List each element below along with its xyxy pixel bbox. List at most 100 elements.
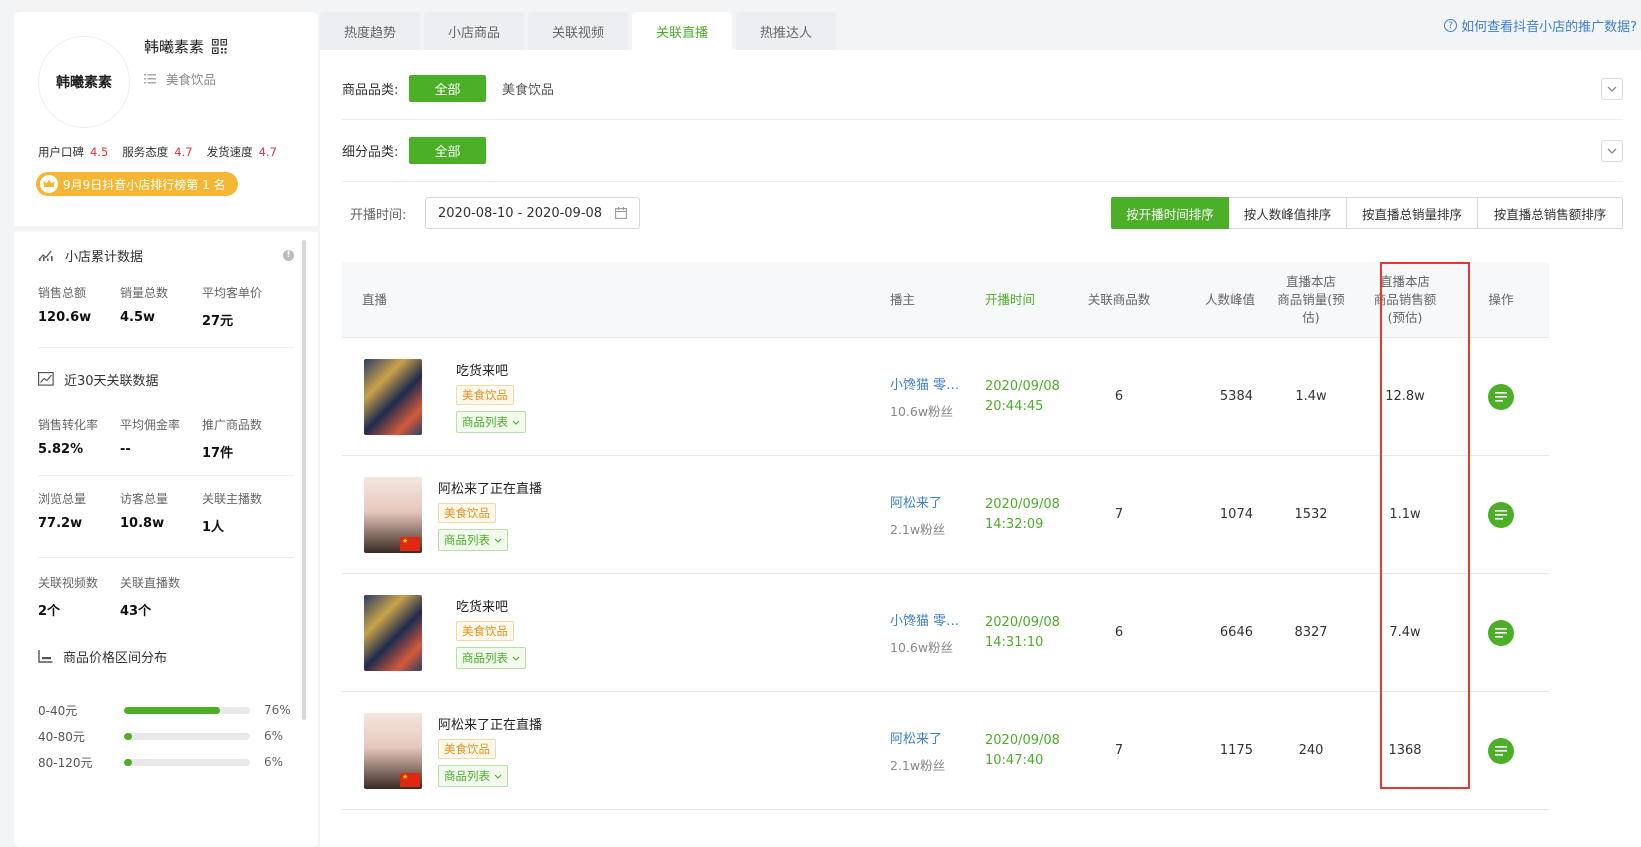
- stat-total-volume: 销量总数 4.5w: [120, 286, 169, 325]
- shop-logo: 韩曦素素: [38, 36, 130, 128]
- anchor-fans: 10.6w粉丝: [890, 639, 954, 655]
- goods-list-dropdown[interactable]: 商品列表: [456, 411, 526, 433]
- info-icon[interactable]: !: [283, 249, 294, 261]
- stat-conversion-rate: 销售转化率 5.82%: [38, 418, 99, 457]
- live-title[interactable]: 阿松来了正在直播: [438, 478, 542, 497]
- stat-related-lives: 关联直播数 43个: [120, 576, 181, 619]
- live-title[interactable]: 阿松来了正在直播: [438, 714, 542, 733]
- peak-viewers: 6646: [1219, 625, 1253, 640]
- main-panel: 商品品类: 全部 美食饮品 细分品类: 全部 开播时间: 2020-08-10 …: [320, 50, 1641, 847]
- goods-list-dropdown[interactable]: 商品列表: [438, 529, 508, 551]
- anchor-name[interactable]: 小馋猫 零食铺: [890, 374, 962, 393]
- goods-list-dropdown[interactable]: 商品列表: [456, 647, 526, 669]
- header-goods-count: 关联商品数: [1087, 291, 1151, 307]
- sort-by-start-time-button[interactable]: 按开播时间排序: [1111, 197, 1229, 229]
- table-row: ★ 阿松来了正在直播 美食饮品 商品列表 阿松来了 2.1w粉丝 2020/09…: [342, 692, 1549, 810]
- est-sales: 1532: [1294, 507, 1328, 522]
- question-icon: ?: [1444, 19, 1458, 32]
- trend-chart-icon: [38, 250, 53, 261]
- category-tag: 美食饮品: [456, 385, 514, 405]
- list-icon: [144, 73, 156, 83]
- cumulative-stats: 销售总额 120.6w 销量总数 4.5w 平均客单价 27元: [14, 284, 318, 329]
- goods-count: 7: [1114, 743, 1124, 758]
- stat-total-visitors: 访客总量 10.8w: [120, 492, 169, 531]
- tab-shop-goods[interactable]: 小店商品: [424, 12, 524, 50]
- price-range-bar: [124, 706, 250, 714]
- chevron-down-icon: [494, 774, 502, 779]
- live-title[interactable]: 吃货来吧: [456, 596, 526, 615]
- detail-button[interactable]: [1488, 501, 1514, 528]
- peak-viewers: 1074: [1219, 507, 1253, 522]
- category-option[interactable]: 美食饮品: [502, 79, 554, 98]
- date-range-picker[interactable]: 2020-08-10 - 2020-09-08: [425, 197, 640, 229]
- shop-ratings: 用户口碑 4.5 服务态度 4.7 发货速度 4.7: [38, 144, 277, 160]
- live-thumbnail[interactable]: [364, 594, 422, 671]
- chevron-down-icon: [512, 656, 520, 661]
- category-all-button[interactable]: 全部: [409, 75, 486, 102]
- menu-icon: [1495, 509, 1507, 520]
- rating-shipping: 发货速度 4.7: [206, 145, 277, 159]
- shop-sidebar: 韩曦素素 韩曦素素 美食饮品 用户口碑 4.5 服务态度 4.7 发货速度 4.…: [14, 12, 318, 847]
- help-link[interactable]: ? 如何查看抖音小店的推广数据?: [1444, 16, 1637, 35]
- stat-related-videos: 关联视频数 2个: [38, 576, 99, 619]
- est-sales: 8327: [1294, 625, 1328, 640]
- shop-card: 韩曦素素 韩曦素素 美食饮品 用户口碑 4.5 服务态度 4.7 发货速度 4.…: [14, 12, 318, 226]
- tab-related-lives[interactable]: 关联直播: [632, 12, 732, 50]
- anchor-fans: 2.1w粉丝: [890, 757, 946, 773]
- table-header: 直播 播主 开播时间 关联商品数 人数峰值 直播本店 商品销量(预 估) 直播本…: [342, 262, 1549, 338]
- recent-stats-row-3: 关联视频数 2个 关联直播数 43个: [14, 574, 318, 619]
- subcategory-filter-row: 细分品类: 全部: [342, 120, 1623, 182]
- recent-section-title: 近30天关联数据: [14, 364, 318, 394]
- stat-avg-price: 平均客单价 27元: [202, 286, 263, 329]
- header-start-time[interactable]: 开播时间: [985, 291, 1073, 309]
- shop-name: 韩曦素素: [144, 38, 205, 56]
- start-time: 2020/09/08 14:32:09: [985, 496, 1060, 532]
- menu-icon: [1495, 391, 1507, 402]
- qr-code-icon[interactable]: [212, 39, 228, 54]
- tab-related-videos[interactable]: 关联视频: [528, 12, 628, 50]
- expand-category-button[interactable]: [1601, 77, 1623, 100]
- goods-list-dropdown[interactable]: 商品列表: [438, 765, 508, 787]
- live-thumbnail[interactable]: [364, 358, 422, 435]
- table-row: ★ 阿松来了正在直播 美食饮品 商品列表 阿松来了 2.1w粉丝 2020/09…: [342, 456, 1549, 574]
- est-sales: 240: [1298, 743, 1324, 758]
- sort-by-total-revenue-button[interactable]: 按直播总销售额排序: [1478, 197, 1623, 229]
- menu-icon: [1495, 745, 1507, 756]
- live-title[interactable]: 吃货来吧: [456, 360, 526, 379]
- live-table: 直播 播主 开播时间 关联商品数 人数峰值 直播本店 商品销量(预 估) 直播本…: [342, 262, 1549, 810]
- rank-badge[interactable]: 9月9日抖音小店排行榜第 1 名: [36, 172, 238, 196]
- goods-count: 6: [1114, 625, 1124, 640]
- detail-button[interactable]: [1488, 383, 1514, 410]
- bar-chart-icon: [38, 649, 53, 663]
- tab-hot-promoters[interactable]: 热推达人: [736, 12, 836, 50]
- stat-total-views: 浏览总量 77.2w: [38, 492, 87, 531]
- crown-icon: [40, 175, 58, 193]
- header-est-sales: 直播本店 商品销量(预 估): [1277, 273, 1345, 325]
- detail-button[interactable]: [1488, 737, 1514, 764]
- sort-by-total-sales-button[interactable]: 按直播总销量排序: [1347, 197, 1478, 229]
- anchor-name[interactable]: 阿松来了: [890, 728, 962, 747]
- anchor-name[interactable]: 阿松来了: [890, 492, 962, 511]
- header-peak-viewers: 人数峰值: [1204, 291, 1255, 307]
- header-est-revenue: 直播本店 商品销售额 (预估): [1373, 273, 1437, 325]
- sort-button-group: 按开播时间排序 按人数峰值排序 按直播总销量排序 按直播总销售额排序: [1111, 197, 1623, 229]
- price-range-bar: [124, 758, 250, 766]
- tab-heat-trend[interactable]: 热度趋势: [320, 12, 420, 50]
- chevron-down-icon: [1607, 86, 1617, 92]
- price-range-bar: [124, 732, 250, 740]
- live-thumbnail[interactable]: ★: [364, 712, 422, 789]
- line-chart-icon: [38, 372, 54, 386]
- est-revenue: 12.8w: [1385, 389, 1425, 404]
- expand-subcategory-button[interactable]: [1601, 139, 1623, 162]
- anchor-name[interactable]: 小馋猫 零食铺: [890, 610, 962, 629]
- price-section-title: 商品价格区间分布: [14, 641, 318, 671]
- header-anchor: 播主: [890, 291, 916, 307]
- subcategory-all-button[interactable]: 全部: [409, 137, 486, 164]
- sort-by-peak-viewers-button[interactable]: 按人数峰值排序: [1229, 197, 1347, 229]
- live-thumbnail[interactable]: ★: [364, 476, 422, 553]
- chevron-down-icon: [512, 420, 520, 425]
- china-flag-icon: ★: [400, 536, 420, 551]
- est-revenue: 1368: [1388, 743, 1422, 758]
- shop-category: 美食饮品: [166, 72, 217, 87]
- detail-button[interactable]: [1488, 619, 1514, 646]
